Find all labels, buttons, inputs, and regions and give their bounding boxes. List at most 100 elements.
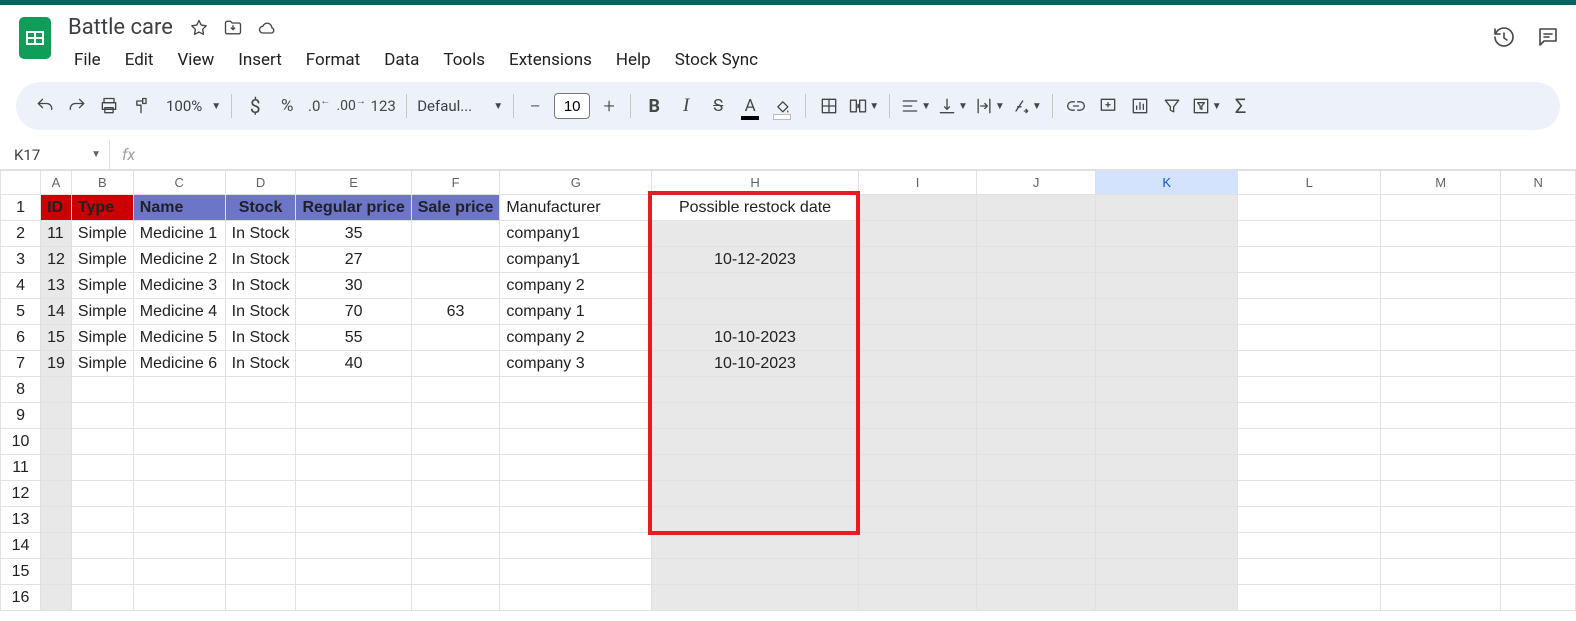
print-button[interactable] (94, 90, 124, 122)
vertical-align-button[interactable]: ▼ (935, 90, 970, 122)
cell[interactable] (1095, 533, 1238, 559)
format-currency-button[interactable]: $ (240, 90, 270, 122)
cell[interactable] (652, 481, 858, 507)
cell[interactable] (977, 455, 1096, 481)
cell[interactable] (71, 429, 133, 455)
cell[interactable] (41, 429, 72, 455)
column-header-J[interactable]: J (977, 171, 1096, 195)
cell[interactable]: 12 (41, 247, 72, 273)
cell[interactable] (411, 585, 500, 611)
cell[interactable]: company 2 (500, 273, 652, 299)
cell[interactable] (652, 299, 858, 325)
cell[interactable]: 70 (296, 299, 411, 325)
cell[interactable] (1238, 403, 1381, 429)
cell[interactable] (133, 377, 225, 403)
cell[interactable]: company 3 (500, 351, 652, 377)
cell[interactable] (133, 507, 225, 533)
cell[interactable] (225, 533, 296, 559)
cell[interactable] (41, 403, 72, 429)
cell[interactable] (296, 507, 411, 533)
cell[interactable] (500, 585, 652, 611)
row-header-1[interactable]: 1 (1, 195, 41, 221)
format-percent-button[interactable]: % (272, 90, 302, 122)
cell[interactable] (500, 403, 652, 429)
cell[interactable] (858, 247, 977, 273)
cell[interactable] (133, 429, 225, 455)
cell[interactable] (977, 221, 1096, 247)
cell[interactable] (1501, 533, 1576, 559)
cell[interactable]: In Stock (225, 299, 296, 325)
horizontal-align-button[interactable]: ▼ (898, 90, 933, 122)
row-header-6[interactable]: 6 (1, 325, 41, 351)
row-header-15[interactable]: 15 (1, 559, 41, 585)
cell[interactable] (858, 429, 977, 455)
cell[interactable] (500, 455, 652, 481)
cell[interactable] (71, 559, 133, 585)
cell[interactable]: 35 (296, 221, 411, 247)
cell[interactable] (500, 533, 652, 559)
cell[interactable] (1095, 429, 1238, 455)
row-header-4[interactable]: 4 (1, 273, 41, 299)
text-wrap-button[interactable]: ▼ (972, 90, 1007, 122)
cell[interactable] (411, 455, 500, 481)
cell[interactable]: 19 (41, 351, 72, 377)
row-header-9[interactable]: 9 (1, 403, 41, 429)
cell[interactable] (296, 585, 411, 611)
cell[interactable] (1380, 299, 1500, 325)
cell[interactable] (1380, 351, 1500, 377)
document-title[interactable]: Battle care (64, 13, 177, 42)
cell[interactable] (652, 429, 858, 455)
cell[interactable]: ID (41, 195, 72, 221)
cell[interactable] (858, 325, 977, 351)
cell[interactable] (225, 455, 296, 481)
cell[interactable] (500, 481, 652, 507)
cell[interactable] (858, 585, 977, 611)
borders-button[interactable] (814, 90, 844, 122)
bold-button[interactable]: B (639, 90, 669, 122)
cell[interactable] (1380, 559, 1500, 585)
functions-button[interactable]: Σ (1226, 90, 1256, 122)
cell[interactable] (133, 585, 225, 611)
column-header-L[interactable]: L (1238, 171, 1381, 195)
cell[interactable] (225, 429, 296, 455)
cell[interactable] (1380, 195, 1500, 221)
cell[interactable] (1238, 247, 1381, 273)
cell[interactable] (411, 221, 500, 247)
cell[interactable] (500, 429, 652, 455)
cell[interactable] (1380, 585, 1500, 611)
column-header-H[interactable]: H (652, 171, 858, 195)
cell[interactable] (858, 195, 977, 221)
cell[interactable] (133, 559, 225, 585)
cell[interactable] (41, 533, 72, 559)
select-all-corner[interactable] (1, 171, 41, 195)
cell[interactable] (652, 273, 858, 299)
column-header-C[interactable]: C (133, 171, 225, 195)
cell[interactable] (977, 351, 1096, 377)
cell[interactable] (652, 221, 858, 247)
cell[interactable]: In Stock (225, 221, 296, 247)
redo-button[interactable] (62, 90, 92, 122)
cell[interactable]: 14 (41, 299, 72, 325)
cell[interactable] (1095, 195, 1238, 221)
cell[interactable] (1095, 481, 1238, 507)
spreadsheet-grid[interactable]: ABCDEFGHIJKLMN1IDTypeNameStockRegular pr… (0, 170, 1576, 611)
formula-input[interactable] (147, 140, 1576, 169)
row-header-2[interactable]: 2 (1, 221, 41, 247)
cell[interactable] (411, 559, 500, 585)
cell[interactable] (858, 455, 977, 481)
cell[interactable] (1238, 351, 1381, 377)
column-header-D[interactable]: D (225, 171, 296, 195)
column-header-B[interactable]: B (71, 171, 133, 195)
cell[interactable] (1501, 481, 1576, 507)
cell[interactable] (652, 585, 858, 611)
row-header-3[interactable]: 3 (1, 247, 41, 273)
font-select[interactable]: Defaul... ▼ (415, 97, 505, 115)
column-header-I[interactable]: I (858, 171, 977, 195)
cell[interactable] (1380, 273, 1500, 299)
cell[interactable] (225, 377, 296, 403)
cell[interactable]: Simple (71, 221, 133, 247)
cell[interactable] (858, 273, 977, 299)
cell[interactable] (1501, 247, 1576, 273)
cell[interactable]: company 2 (500, 325, 652, 351)
strikethrough-button[interactable]: S (703, 90, 733, 122)
